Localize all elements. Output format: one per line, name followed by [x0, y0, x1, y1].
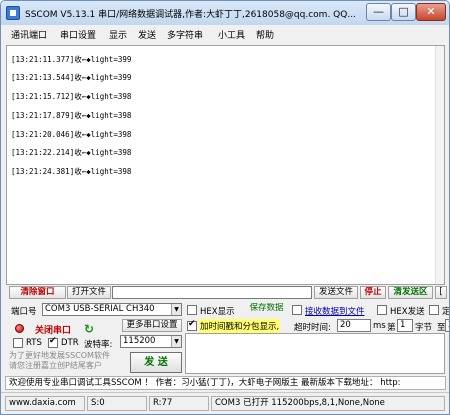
open-file-button[interactable]: 打开文件	[67, 286, 111, 299]
hex-display-label: HEX显示	[200, 307, 235, 317]
status-sent: S:0	[87, 396, 147, 411]
menu-bar: 通讯端口 串口设置 显示 发送 多字符串 小工具 帮助	[1, 25, 449, 43]
receive-output[interactable]: [13:21:11.377]收←◆light=399 [13:21:13.544…	[6, 45, 445, 285]
hex-display-checkbox[interactable]	[187, 305, 197, 315]
log-line: [13:21:11.377]收←◆light=399	[11, 55, 132, 64]
dtr-checkbox[interactable]	[48, 336, 58, 348]
clear-send-button[interactable]: 清发送区	[388, 286, 433, 299]
more-settings-button[interactable]: 更多串口设置	[122, 319, 182, 332]
close-port-button[interactable]: 关闭串口	[35, 323, 71, 336]
timed-send-label: 定	[442, 307, 450, 317]
log-line: [13:21:17.879]收←◆light=398	[11, 111, 132, 120]
chevron-down-icon: ▼	[171, 304, 181, 315]
log-line: [13:21:20.046]收←◆light=398	[11, 130, 132, 139]
status-site[interactable]: www.daxia.com	[5, 396, 85, 411]
log-line: [13:21:15.712]收←◆light=398	[11, 92, 132, 101]
port-select[interactable]: COM3 USB-SERIAL CH340 ▼	[42, 303, 182, 316]
close-button[interactable]: ✕	[416, 3, 446, 21]
timestamp-checkbox[interactable]	[187, 319, 197, 331]
title-bar: SSCOM V5.13.1 串口/网络数据调试器,作者:大虾丁丁,2618058…	[1, 1, 449, 25]
dtr-label: DTR	[61, 338, 79, 348]
ms-label: ms	[373, 321, 386, 331]
send-button[interactable]: 发 送	[130, 352, 182, 373]
stop-button[interactable]: 停止	[360, 286, 386, 299]
app-icon	[6, 6, 20, 20]
port-value: COM3 USB-SERIAL CH340	[45, 304, 155, 314]
refresh-icon[interactable]: ↻	[84, 322, 94, 336]
send-file-button[interactable]: 发送文件	[314, 286, 358, 299]
partial-button[interactable]: [	[435, 286, 447, 299]
status-port: COM3 已打开 115200bps,8,1,None,None	[211, 396, 445, 411]
window-title: SSCOM V5.13.1 串口/网络数据调试器,作者:大虾丁丁,2618058…	[25, 10, 356, 20]
menu-send[interactable]: 发送	[138, 28, 156, 41]
log-line: [13:21:13.544]收←◆light=399	[11, 73, 132, 82]
file-path-field[interactable]	[112, 286, 312, 299]
timeout-label: 超时时间:	[294, 323, 331, 333]
receive-to-file-checkbox[interactable]	[292, 305, 302, 315]
output-scrollbar[interactable]	[435, 46, 444, 284]
byte-label: 字节	[415, 323, 433, 333]
menu-comm-port[interactable]: 通讯端口	[11, 28, 47, 41]
timeout-input[interactable]: 20	[337, 319, 371, 332]
baud-value: 115200	[123, 336, 156, 346]
baud-select[interactable]: 115200 ▼	[120, 335, 182, 348]
rts-checkbox[interactable]	[13, 338, 23, 348]
minimize-button[interactable]: —	[366, 3, 391, 21]
timestamp-label: 加时间戳和分包显示,	[199, 319, 281, 333]
main-window: SSCOM V5.13.1 串口/网络数据调试器,作者:大虾丁丁,2618058…	[0, 0, 450, 415]
status-received: R:77	[149, 396, 209, 411]
timed-send-checkbox[interactable]	[429, 305, 439, 315]
port-status-led-icon	[15, 324, 24, 333]
log-line: [13:21:24.381]收←◆light=398	[11, 167, 132, 176]
marquee-text: 欢迎使用专业串口调试工具SSCOM ！ 作者：习小猛(丁丁)，大虾电子网版主 最…	[5, 376, 446, 390]
maximize-button[interactable]: □	[391, 3, 416, 21]
end-input[interactable]: 末	[445, 319, 449, 332]
receive-to-file-label[interactable]: 接收数据到文件	[305, 305, 365, 317]
menu-display[interactable]: 显示	[109, 28, 127, 41]
hex-send-checkbox[interactable]	[377, 305, 387, 315]
nth-label: 第	[387, 323, 396, 333]
rts-label: RTS	[26, 338, 42, 348]
byte-index-input[interactable]: 1	[397, 319, 413, 332]
clear-window-button[interactable]: 清除窗口	[9, 286, 66, 299]
promo-text: 为了更好地发展SSCOM软件 请您注册嘉立创P结尾客户	[9, 351, 110, 370]
log-line: [13:21:22.214]收←◆light=398	[11, 148, 132, 157]
menu-multi-string[interactable]: 多字符串	[167, 28, 203, 41]
menu-tools[interactable]: 小工具	[218, 28, 245, 41]
hex-send-label: HEX发送	[390, 307, 425, 317]
menu-help[interactable]: 帮助	[256, 28, 274, 41]
baud-label: 波特率:	[84, 340, 113, 350]
port-label: 端口号	[11, 307, 37, 317]
send-input[interactable]	[185, 333, 445, 374]
chevron-down-icon: ▼	[171, 336, 181, 347]
menu-serial-settings[interactable]: 串口设置	[60, 28, 96, 41]
status-bar: www.daxia.com S:0 R:77 COM3 已打开 115200bp…	[1, 392, 449, 414]
save-data-button[interactable]: 保存数据	[243, 303, 290, 316]
